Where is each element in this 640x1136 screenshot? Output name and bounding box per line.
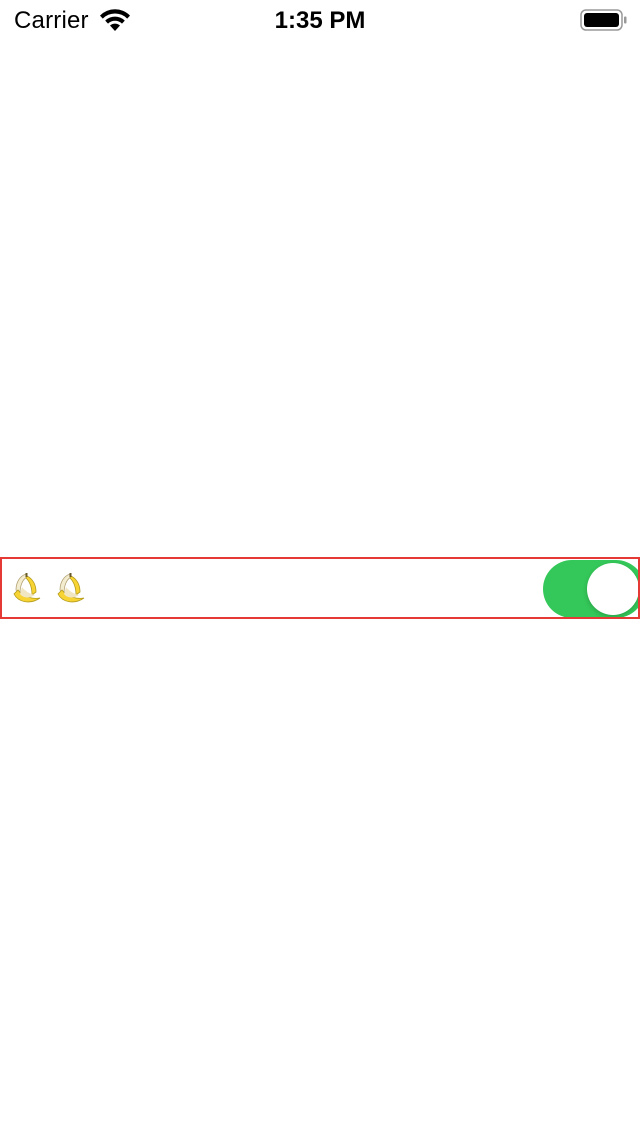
battery-icon: [580, 9, 627, 31]
banana-icon: [57, 573, 85, 603]
row-label: 🍌🍌: [6, 568, 94, 608]
status-bar: Carrier 1:35 PM: [0, 0, 640, 40]
status-time: 1:35 PM: [274, 7, 366, 34]
toggle-switch[interactable]: [543, 560, 638, 617]
banana-icon: [13, 573, 41, 603]
row-content: 🍌🍌: [2, 559, 638, 617]
highlighted-switch-row: 🍌🍌: [0, 557, 640, 619]
toggle-switch-knob[interactable]: [587, 563, 638, 615]
